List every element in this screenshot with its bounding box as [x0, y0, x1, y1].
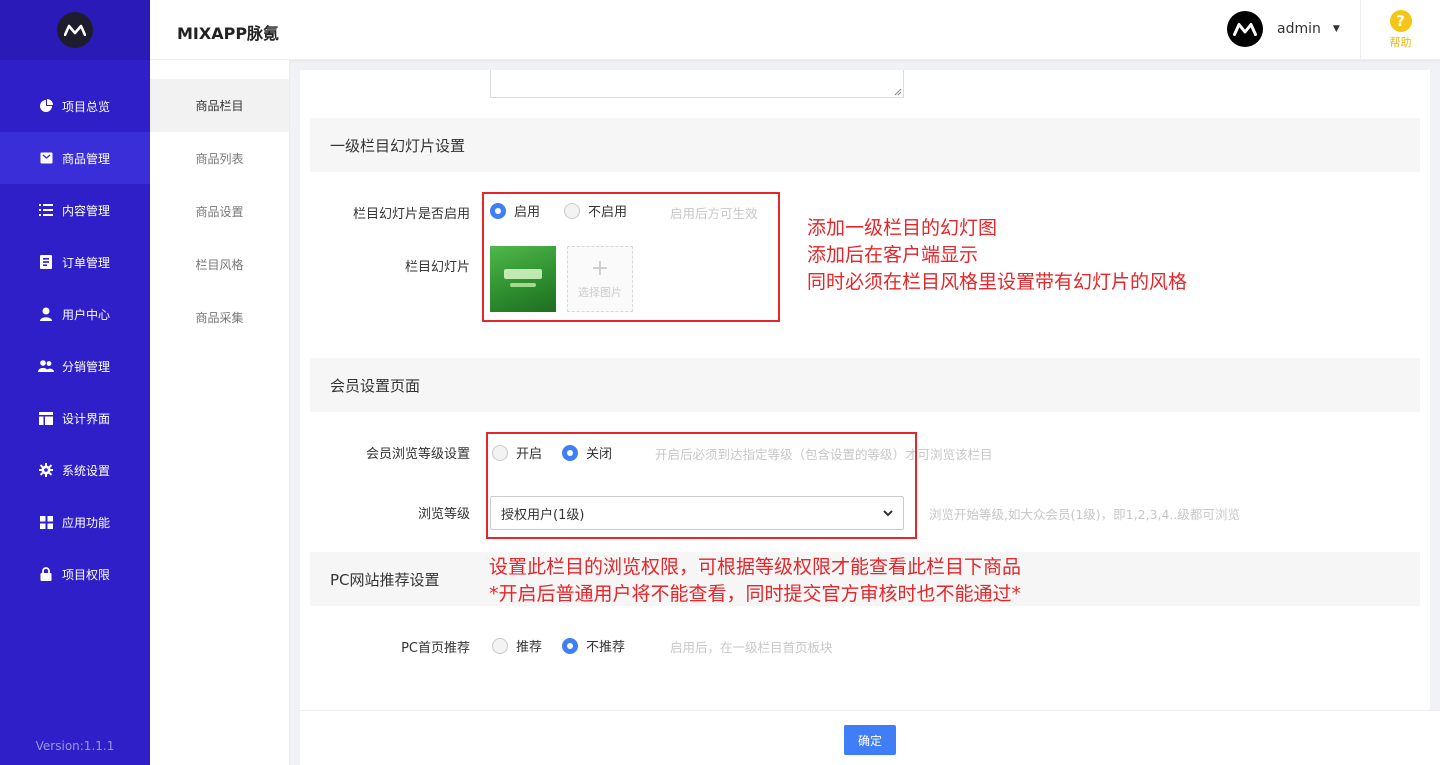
subnav-item-category-style[interactable]: 栏目风格	[150, 238, 289, 291]
section-header-member: 会员设置页面	[310, 358, 1420, 412]
annotation-line: *开启后普通用户将不能查看，同时提交官方审核时也不能通过*	[489, 583, 1022, 605]
pc-recommend-label: PC首页推荐	[401, 641, 470, 656]
browse-level-hint: 浏览开始等级,如大众会员(1级)，即1,2,3,4..级都可浏览	[929, 507, 1240, 522]
annotation-line: 添加一级栏目的幻灯图	[807, 217, 998, 239]
annotation-box-slides	[482, 192, 780, 322]
sidebar-item-label: 商品管理	[62, 151, 111, 166]
slides-label: 栏目幻灯片	[404, 260, 470, 275]
sidebar-item-users[interactable]: 用户中心	[0, 288, 150, 340]
sidebar-item-label: 用户中心	[62, 307, 111, 322]
pc-recommend-off-radio[interactable]: 不推荐	[562, 636, 625, 655]
subnav-item-product-list[interactable]: 商品列表	[150, 132, 289, 185]
lock-icon	[38, 566, 54, 582]
sidebar-item-content[interactable]: 内容管理	[0, 184, 150, 236]
sidebar-item-distribution[interactable]: 分销管理	[0, 340, 150, 392]
version-label: Version:1.1.1	[35, 739, 115, 753]
annotation-line: 同时必须在栏目风格里设置带有幻灯片的风格	[807, 271, 1188, 293]
radio-label: 推荐	[516, 640, 543, 655]
subnav-item-product-settings[interactable]: 商品设置	[150, 185, 289, 238]
box-icon	[38, 150, 54, 166]
sidebar-item-label: 项目权限	[62, 567, 111, 582]
sidebar-item-design[interactable]: 设计界面	[0, 392, 150, 444]
sidebar-item-apps[interactable]: 应用功能	[0, 496, 150, 548]
section-header-slides: 一级栏目幻灯片设置	[310, 118, 1420, 172]
annotation-line: 添加后在客户端显示	[807, 244, 979, 266]
app-title: MIXAPP脉氪	[177, 24, 280, 43]
radio-unchecked-icon	[492, 637, 508, 654]
main-menu: 项目总览 商品管理 内容管理 订单管理 用户中心 分销管理 设计界面 系统设置 …	[0, 80, 150, 600]
sidebar-item-overview[interactable]: 项目总览	[0, 80, 150, 132]
sidebar-item-settings[interactable]: 系统设置	[0, 444, 150, 496]
subnav-item-categories[interactable]: 商品栏目	[150, 79, 289, 132]
slides-enable-label: 栏目幻灯片是否启用	[352, 207, 470, 222]
pc-recommend-on-radio[interactable]: 推荐	[492, 636, 542, 655]
sidebar-item-permissions[interactable]: 项目权限	[0, 548, 150, 600]
annotation-text-slides: 添加一级栏目的幻灯图 添加后在客户端显示 同时必须在栏目风格里设置带有幻灯片的风…	[807, 215, 1187, 296]
confirm-button[interactable]: 确定	[844, 725, 896, 755]
sidebar-item-label: 应用功能	[62, 515, 111, 530]
grid-icon	[38, 514, 54, 530]
radio-checked-icon	[562, 637, 578, 654]
secondary-sidebar: 商品栏目 商品列表 商品设置 栏目风格 商品采集	[150, 60, 290, 765]
logo-icon	[57, 12, 93, 48]
main-panel: 一级栏目幻灯片设置 栏目幻灯片是否启用 启用 不启用 启用后方可生效 栏目幻灯片…	[300, 70, 1430, 710]
help-icon: ?	[1389, 10, 1412, 32]
resize-handle-icon[interactable]	[894, 88, 902, 96]
sidebar-item-label: 订单管理	[62, 255, 111, 270]
list-icon	[38, 202, 54, 218]
help-label: 帮助	[1389, 36, 1412, 49]
document-icon	[38, 254, 54, 270]
sidebar-item-products[interactable]: 商品管理	[0, 132, 150, 184]
help-button[interactable]: ? 帮助	[1360, 0, 1440, 60]
annotation-line: 设置此栏目的浏览权限，可根据等级权限才能查看此栏目下商品	[489, 556, 1022, 578]
sidebar-item-label: 分销管理	[62, 359, 111, 374]
layout-icon	[38, 410, 54, 426]
main-sidebar: 项目总览 商品管理 内容管理 订单管理 用户中心 分销管理 设计界面 系统设置 …	[0, 0, 150, 765]
user-menu[interactable]: admin ▼	[1227, 10, 1340, 48]
annotation-box-member	[486, 432, 917, 539]
pie-chart-icon	[38, 98, 54, 114]
top-bar: MIXAPP脉氪 admin ▼ ? 帮助	[150, 0, 1440, 60]
pc-recommend-hint: 启用后，在一级栏目首页板块	[670, 640, 833, 655]
member-browse-label: 会员浏览等级设置	[365, 447, 470, 462]
sidebar-item-label: 系统设置	[62, 463, 111, 478]
user-icon	[38, 306, 54, 322]
description-textarea[interactable]	[490, 70, 904, 98]
radio-label: 不推荐	[586, 640, 626, 655]
username[interactable]: admin	[1277, 21, 1321, 37]
sidebar-item-label: 设计界面	[62, 411, 111, 426]
caret-down-icon[interactable]: ▼	[1333, 24, 1340, 34]
logo-area	[0, 0, 150, 60]
browse-level-label: 浏览等级	[417, 507, 470, 522]
sidebar-item-label: 内容管理	[62, 203, 111, 218]
gear-icon	[38, 462, 54, 478]
sidebar-item-orders[interactable]: 订单管理	[0, 236, 150, 288]
annotation-text-member: 设置此栏目的浏览权限，可根据等级权限才能查看此栏目下商品 *开启后普通用户将不能…	[489, 554, 1021, 608]
avatar[interactable]	[1227, 11, 1263, 47]
footer-bar: 确定	[300, 710, 1440, 765]
sidebar-item-label: 项目总览	[62, 99, 111, 114]
subnav-item-product-collect[interactable]: 商品采集	[150, 291, 289, 344]
users-icon	[38, 358, 54, 374]
